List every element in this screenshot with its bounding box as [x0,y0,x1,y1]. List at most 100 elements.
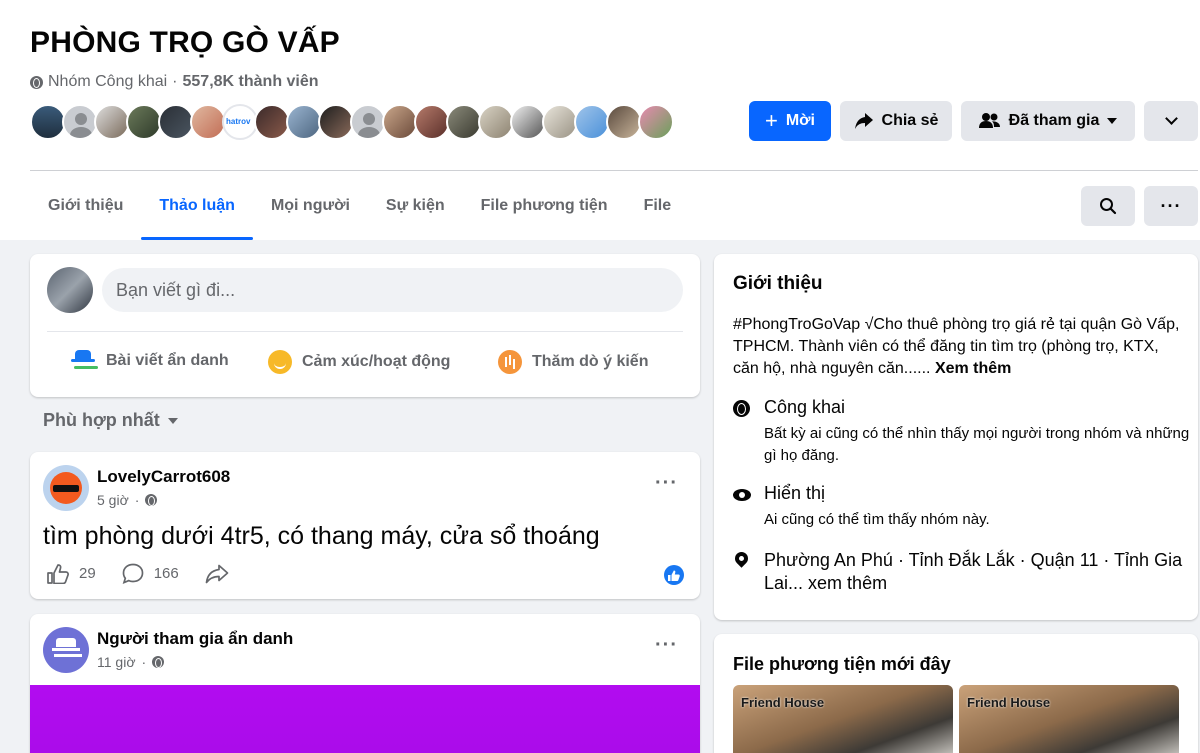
header-more-button[interactable] [1144,101,1198,141]
member-avatar[interactable] [126,104,162,140]
location-info: Phường An Phú · Tỉnh Đắk Lắk · Quận 11 ·… [732,549,1188,597]
meta-separator: · [172,73,178,90]
about-title: Giới thiệu [733,273,823,294]
visibility-info: Hiển thị Ai cũng có thể tìm thấy nhóm nà… [733,483,1188,528]
like-count: 29 [79,565,96,582]
group-meta: Nhóm Công khai · 557,8K thành viên [30,73,319,91]
about-card: Giới thiệu #PhongTroGoVap √Cho thuê phòn… [714,254,1198,620]
post-media[interactable] [30,685,700,753]
group-tabs: Giới thiệu Thảo luận Mọi người Sự kiện F… [30,172,689,240]
recent-media-card: File phương tiện mới đây Friend House Fr… [714,634,1198,753]
privacy-info: Công khai Bất kỳ ai cũng có thể nhìn thấ… [733,397,1189,464]
member-avatar[interactable] [318,104,354,140]
comment-icon [122,563,144,584]
member-avatar[interactable] [30,104,66,140]
more-dots-icon: ··· [1160,195,1182,216]
group-title[interactable]: PHÒNG TRỌ GÒ VẤP [30,26,340,60]
invite-button[interactable]: + Mời [749,101,831,141]
tab-media[interactable]: File phương tiện [463,172,626,240]
member-count[interactable]: 557,8K thành viên [183,73,319,91]
joined-button[interactable]: Đã tham gia [961,101,1135,141]
member-avatar[interactable] [446,104,482,140]
globe-icon [145,494,158,506]
group-privacy: Nhóm Công khai [48,73,168,90]
media-thumbnail[interactable]: Friend House [733,685,953,753]
members-icon [978,113,1000,128]
my-avatar[interactable] [47,267,93,313]
member-avatar[interactable] [542,104,578,140]
tab-about[interactable]: Giới thiệu [30,172,141,240]
member-avatar[interactable] [510,104,546,140]
post-author[interactable]: Người tham gia ẩn danh [97,629,293,649]
poll-icon [498,350,522,374]
location-pin-icon [732,549,751,568]
tab-events[interactable]: Sự kiện [368,172,463,240]
about-description: #PhongTroGoVap √Cho thuê phòng trọ giá r… [733,316,1180,377]
feeling-activity-button[interactable]: Cảm xúc/hoạt động [268,350,450,374]
thumbs-up-icon [47,563,69,584]
member-avatar[interactable] [254,104,290,140]
poll-button[interactable]: Thăm dò ý kiến [498,350,648,374]
composer-divider [47,331,683,332]
tab-people[interactable]: Mọi người [253,172,368,240]
smiley-icon [268,350,292,374]
like-button[interactable]: 29 [47,563,96,584]
tab-files[interactable]: File [626,172,690,240]
media-title: File phương tiện mới đây [733,654,951,674]
member-avatar[interactable] [62,104,98,140]
feed-post: Người tham gia ẩn danh 11 giờ · ··· [30,614,700,753]
anonymous-post-button[interactable]: Bài viết ẩn danh [70,350,229,372]
post-timestamp: 5 giờ · [97,492,158,508]
author-avatar[interactable] [43,465,89,511]
chevron-down-icon [1164,112,1178,125]
group-search-button[interactable] [1081,186,1135,226]
plus-icon: + [764,108,778,133]
member-avatar[interactable] [414,104,450,140]
member-avatar[interactable] [94,104,130,140]
member-avatar[interactable] [606,104,642,140]
globe-icon [152,656,165,668]
member-avatar[interactable] [638,104,674,140]
caret-down-icon [1107,118,1118,124]
share-post-button[interactable] [205,563,229,584]
post-text: tìm phòng dưới 4tr5, có thang máy, cửa s… [43,522,600,550]
share-button[interactable]: Chia sẻ [840,101,952,141]
see-more-link[interactable]: Xem thêm [935,360,1011,377]
share-icon [854,113,873,129]
share-icon [205,564,229,583]
sort-dropdown[interactable]: Phù hợp nhất [43,410,178,431]
feed-post: LovelyCarrot608 5 giờ · ··· tìm phòng dư… [30,452,700,599]
eye-icon [733,489,751,501]
post-actions: 29 166 [47,563,229,584]
media-thumbnail[interactable]: Friend House [959,685,1179,753]
comment-count: 166 [153,565,179,582]
post-author[interactable]: LovelyCarrot608 [97,467,230,487]
location-see-more-link[interactable]: xem thêm [808,573,887,593]
compose-input[interactable]: Bạn viết gì đi... [102,268,683,312]
member-avatar[interactable] [382,104,418,140]
member-avatar[interactable] [478,104,514,140]
caret-down-icon [167,417,178,424]
post-options-button[interactable]: ··· [655,634,678,657]
like-reaction-icon[interactable] [664,565,684,585]
comment-button[interactable]: 166 [122,563,179,584]
member-avatar[interactable] [158,104,194,140]
member-avatar[interactable] [350,104,386,140]
member-avatar[interactable]: hatrov [222,104,258,140]
tabs-more-button[interactable]: ··· [1144,186,1198,226]
post-options-button[interactable]: ··· [655,472,678,495]
globe-icon [30,75,43,89]
globe-icon [733,400,750,417]
post-timestamp: 11 giờ · [97,654,165,670]
member-avatar[interactable] [286,104,322,140]
header-divider [30,170,1198,171]
search-icon [1100,198,1117,215]
anonymous-avatar[interactable] [43,627,89,673]
group-header: PHÒNG TRỌ GÒ VẤP Nhóm Công khai · 557,8K… [0,0,1200,240]
member-avatars[interactable]: hatrov [30,104,674,140]
post-composer: Bạn viết gì đi... Bài viết ẩn danh Cảm x… [30,254,700,397]
member-avatar[interactable] [190,104,226,140]
member-avatar[interactable] [574,104,610,140]
tab-discussion[interactable]: Thảo luận [141,172,253,240]
incognito-icon [70,350,96,372]
